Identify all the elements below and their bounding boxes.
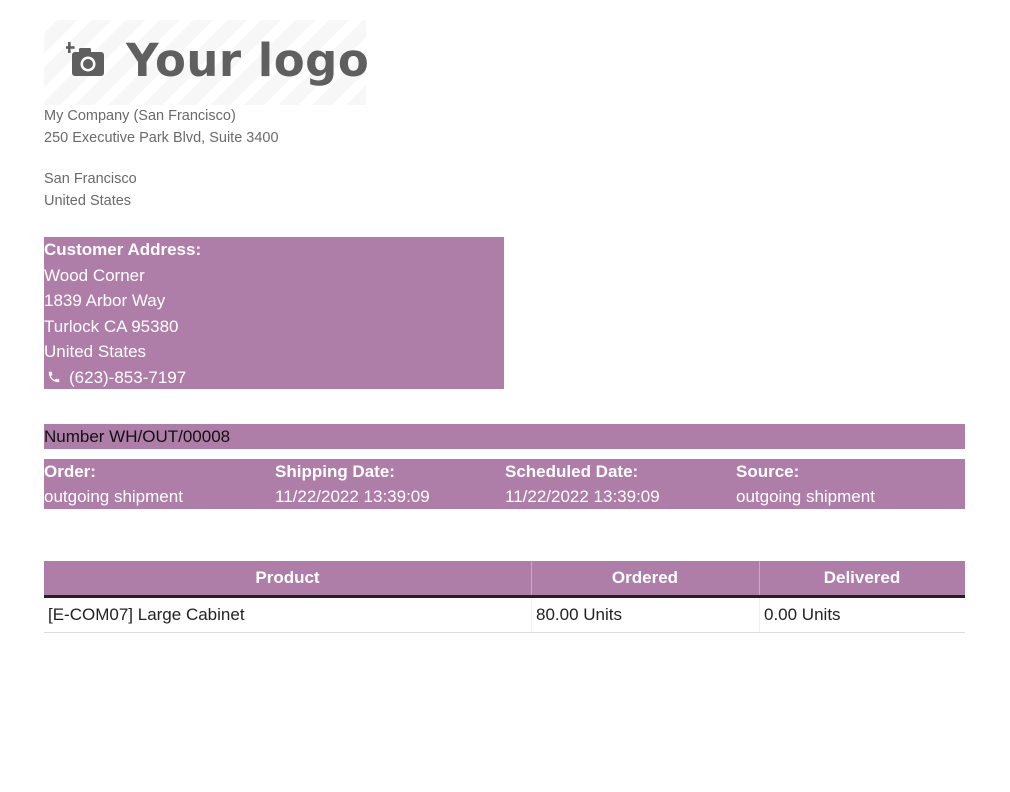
shipping-date-label: Shipping Date: (275, 462, 395, 481)
table-row: [E-COM07] Large Cabinet 80.00 Units 0.00… (44, 598, 965, 633)
header-delivered: Delivered (823, 568, 901, 587)
customer-city: Turlock CA 95380 (44, 316, 179, 336)
customer-address-heading: Customer Address: (44, 240, 202, 259)
order-value: outgoing shipment (44, 487, 183, 506)
shipping-date-value: 11/22/2022 13:39:09 (275, 487, 430, 506)
customer-street: 1839 Arbor Way (44, 291, 166, 310)
source-label: Source: (736, 462, 800, 481)
customer-country: United States (44, 342, 147, 361)
customer-phone: (623)-853-7197 (69, 367, 187, 387)
company-name: My Company (San Francisco) (44, 108, 236, 124)
source-info: Source: outgoing shipment (736, 459, 875, 509)
order-info: Order: outgoing shipment (44, 459, 183, 509)
document-number: Number WH/OUT/00008 (44, 424, 965, 449)
company-logo: Your logo (44, 20, 370, 105)
company-address: My Company (San Francisco) 250 Executive… (44, 105, 279, 212)
order-label: Order: (44, 462, 96, 481)
company-street: 250 Executive Park Blvd, Suite 3400 (44, 130, 279, 146)
customer-address-block: Customer Address: Wood Corner 1839 Arbor… (44, 237, 504, 389)
cell-delivered: 0.00 Units (764, 605, 841, 624)
header-product: Product (255, 568, 320, 587)
shipment-info: Order: outgoing shipment Shipping Date: … (44, 459, 965, 509)
logo-text: Your logo (126, 34, 370, 87)
products-table: Product Ordered Delivered [E-COM07] Larg… (44, 561, 965, 633)
source-value: outgoing shipment (736, 487, 875, 506)
scheduled-date-label: Scheduled Date: (505, 462, 639, 481)
shipping-date-info: Shipping Date: 11/22/2022 13:39:09 (275, 459, 430, 509)
phone-icon (48, 372, 60, 383)
company-city: San Francisco (44, 171, 137, 187)
customer-name: Wood Corner (44, 265, 145, 285)
scheduled-date-info: Scheduled Date: 11/22/2022 13:39:09 (505, 459, 660, 509)
cell-product: [E-COM07] Large Cabinet (48, 605, 245, 624)
cell-ordered: 80.00 Units (536, 605, 622, 624)
company-country: United States (44, 193, 132, 209)
customer-phone-row: (623)-853-7197 (44, 365, 504, 391)
header-ordered: Ordered (611, 568, 679, 587)
camera-plus-icon (66, 42, 104, 76)
scheduled-date-value: 11/22/2022 13:39:09 (505, 487, 660, 506)
table-header: Product Ordered Delivered (44, 561, 965, 598)
document-number-text: Number WH/OUT/00008 (44, 427, 231, 446)
